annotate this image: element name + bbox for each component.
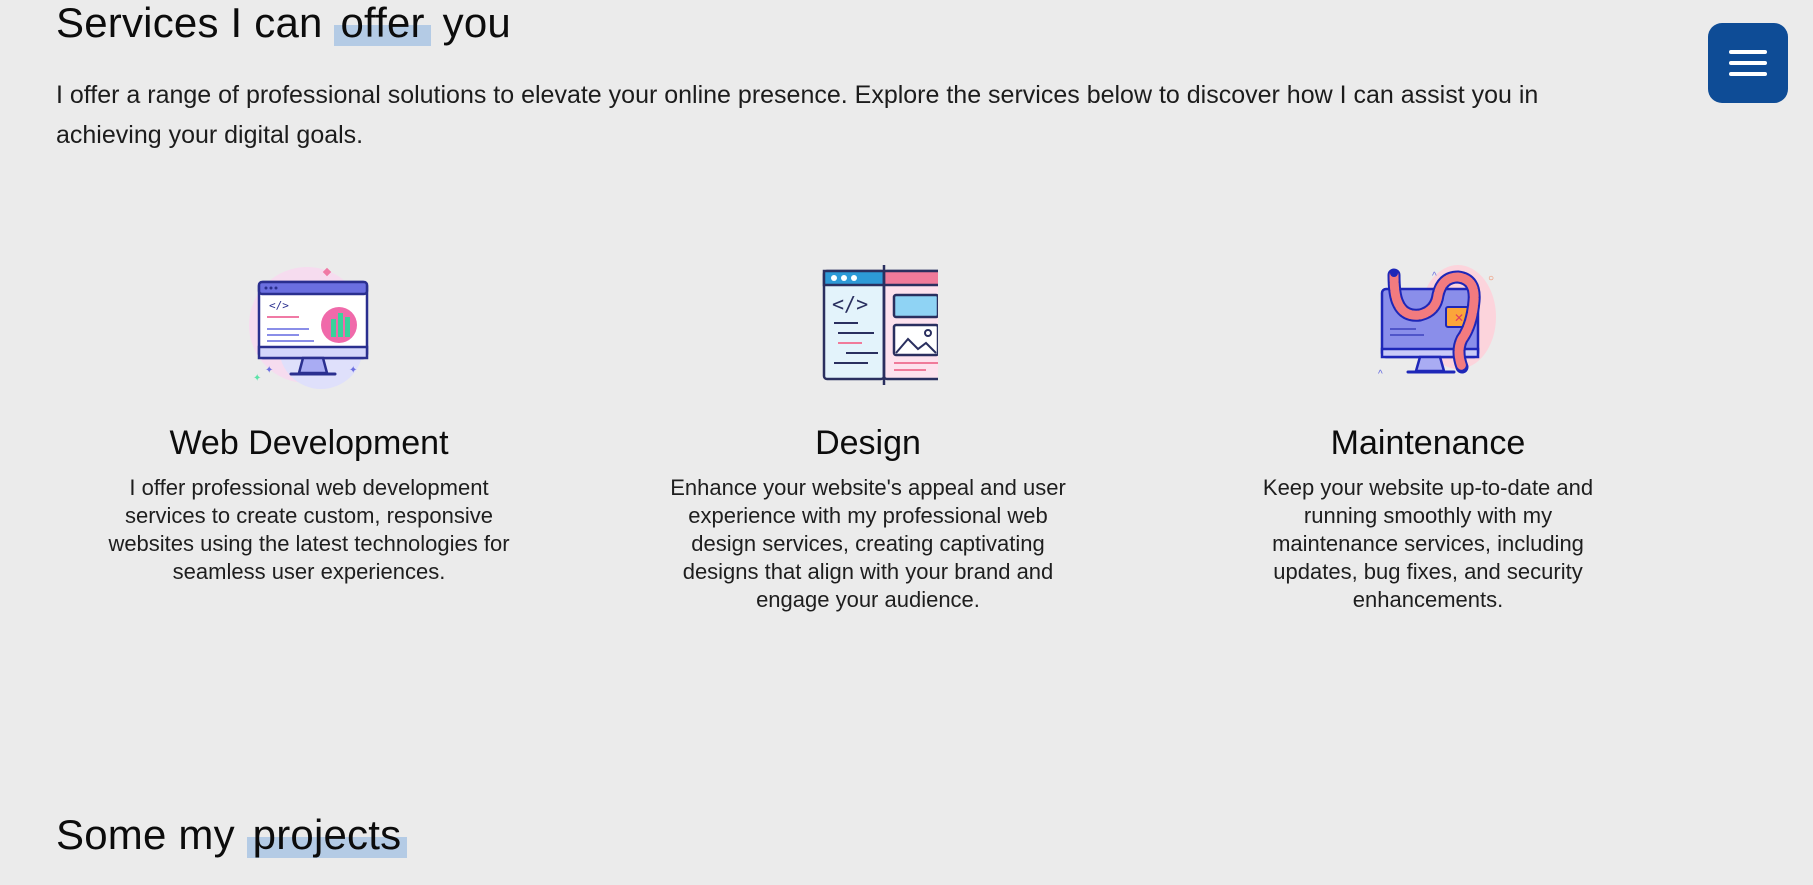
service-title: Design bbox=[815, 424, 921, 462]
monitor-bug-maintenance-icon: ✕ ^ ○ ^ bbox=[1378, 265, 1496, 380]
service-description: Keep your website up-to-date and running… bbox=[1262, 474, 1594, 612]
services-heading-highlight: offer bbox=[334, 0, 431, 46]
service-title: Maintenance bbox=[1330, 424, 1526, 462]
services-intro: I offer a range of professional solution… bbox=[56, 81, 1539, 149]
page: Services I can offer you I offer a range… bbox=[0, 0, 1813, 885]
svg-text:○: ○ bbox=[1488, 273, 1494, 284]
service-card-maintenance: ✕ ^ ○ ^ Maintenance Keep your website up… bbox=[1208, 255, 1648, 614]
svg-text:^: ^ bbox=[1432, 271, 1437, 282]
svg-text:^: ^ bbox=[1378, 369, 1383, 380]
hamburger-menu-icon-bar bbox=[1729, 61, 1767, 65]
services-heading: Services I can offer you bbox=[56, 0, 511, 46]
monitor-code-icon: </> ✦ ✦ ✦ bbox=[249, 267, 369, 389]
svg-text:</>: </> bbox=[832, 292, 868, 316]
service-title: Web Development bbox=[169, 424, 449, 462]
svg-text:</>: </> bbox=[269, 299, 289, 312]
projects-heading-highlight: projects bbox=[246, 811, 408, 858]
service-description: I offer professional web development ser… bbox=[108, 474, 510, 584]
service-card-design: </> Design Enhance your website's appeal… bbox=[648, 255, 1088, 614]
svg-text:✕: ✕ bbox=[1454, 311, 1464, 325]
services-heading-start: Services I can bbox=[56, 0, 323, 46]
service-card-web-development: </> ✦ ✦ ✦ Web Development I offer profes… bbox=[89, 255, 529, 586]
services-heading-end: you bbox=[442, 0, 511, 46]
svg-text:✦: ✦ bbox=[265, 365, 273, 376]
svg-text:✦: ✦ bbox=[349, 365, 357, 376]
web-layout-design-icon: </> bbox=[822, 265, 938, 385]
service-description: Enhance your website's appeal and user e… bbox=[670, 474, 1066, 612]
projects-heading-start: Some my bbox=[56, 811, 235, 858]
projects-heading: Some my projects bbox=[56, 811, 408, 858]
menu-button[interactable] bbox=[1708, 23, 1788, 103]
svg-text:✦: ✦ bbox=[253, 373, 261, 384]
hamburger-menu-icon-bar bbox=[1729, 72, 1767, 76]
hamburger-menu-icon bbox=[1729, 50, 1767, 54]
